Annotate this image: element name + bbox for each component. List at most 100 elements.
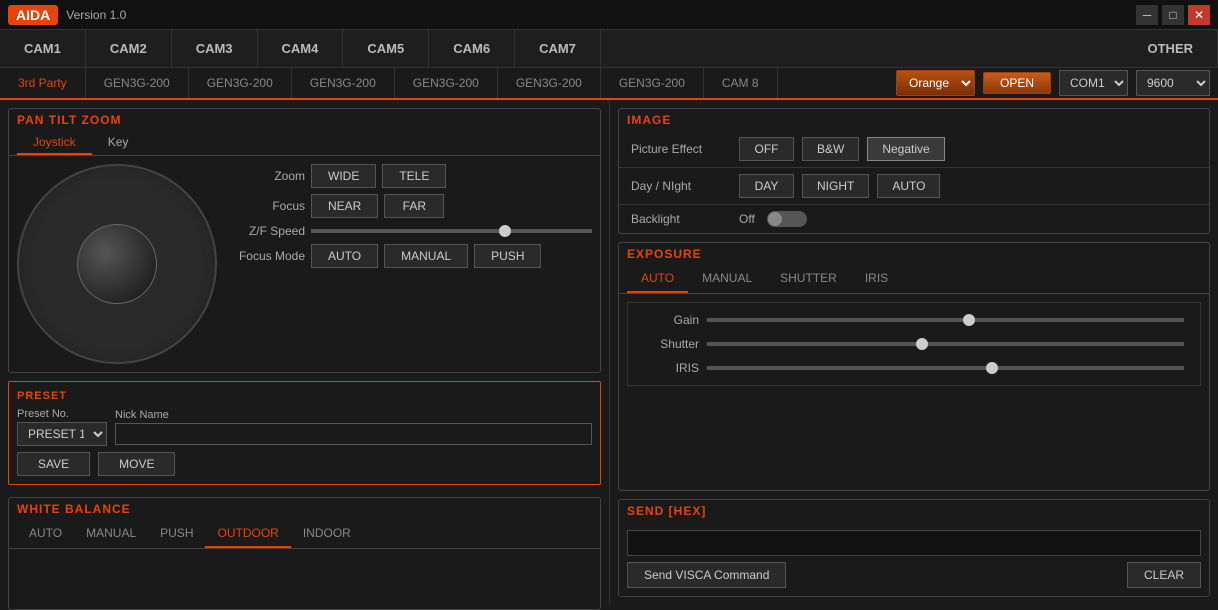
backlight-value: Off [739, 212, 755, 226]
color-select[interactable]: Orange [896, 70, 975, 96]
ptz-tab-key[interactable]: Key [92, 131, 145, 155]
dn-auto-button[interactable]: AUTO [877, 174, 940, 198]
focus-label: Focus [225, 199, 305, 213]
cam-tab-cam4[interactable]: CAM4 [258, 30, 344, 67]
preset-actions: SAVE MOVE [17, 452, 592, 476]
wb-tab-push[interactable]: PUSH [148, 520, 205, 548]
sub-tab-gen6[interactable]: GEN3G-200 [601, 68, 704, 98]
image-section: IMAGE Picture Effect OFF B&W Negative Da… [618, 108, 1210, 234]
shutter-slider[interactable] [707, 342, 1184, 346]
gain-slider[interactable] [707, 318, 1184, 322]
cam-tab-cam6[interactable]: CAM6 [429, 30, 515, 67]
ptz-tab-joystick[interactable]: Joystick [17, 131, 92, 155]
preset-move-button[interactable]: MOVE [98, 452, 175, 476]
window-controls: ─ □ ✕ [1136, 5, 1210, 25]
sub-tab-gen1[interactable]: GEN3G-200 [86, 68, 189, 98]
sub-tab-cam8[interactable]: CAM 8 [704, 68, 778, 98]
night-button[interactable]: NIGHT [802, 174, 869, 198]
send-visca-button[interactable]: Send VISCA Command [627, 562, 786, 588]
exposure-tab-manual[interactable]: MANUAL [688, 265, 766, 293]
ptz-title: PAN TILT ZOOM [9, 109, 600, 131]
exposure-tab-auto[interactable]: AUTO [627, 265, 688, 293]
joystick[interactable] [17, 164, 217, 364]
far-button[interactable]: FAR [384, 194, 444, 218]
sub-tab-gen2[interactable]: GEN3G-200 [189, 68, 292, 98]
ptz-controls: Zoom WIDE TELE Focus NEAR FAR Z/F Speed [225, 164, 592, 364]
focus-auto-button[interactable]: AUTO [311, 244, 378, 268]
exposure-title: EXPOSURE [619, 243, 1209, 265]
wb-tab-manual[interactable]: MANUAL [74, 520, 148, 548]
image-title: IMAGE [619, 109, 1209, 131]
sub-tab-gen5[interactable]: GEN3G-200 [498, 68, 601, 98]
hex-actions: Send VISCA Command CLEAR [627, 562, 1201, 588]
shutter-label: Shutter [644, 337, 699, 351]
cam-tab-cam3[interactable]: CAM3 [172, 30, 258, 67]
maximize-button[interactable]: □ [1162, 5, 1184, 25]
focus-row: Focus NEAR FAR [225, 194, 592, 218]
cam-tab-cam5[interactable]: CAM5 [343, 30, 429, 67]
white-balance-section: WHITE BALANCE AUTO MANUAL PUSH OUTDOOR I… [8, 497, 601, 610]
preset-number-select[interactable]: PRESET 1 PRESET 2 PRESET 3 PRESET 4 PRES… [17, 422, 107, 446]
preset-section: PRESET Preset No. PRESET 1 PRESET 2 PRES… [8, 381, 601, 485]
send-hex-section: SEND [HEX] Send VISCA Command CLEAR [618, 499, 1210, 597]
wb-tab-auto[interactable]: AUTO [17, 520, 74, 548]
focus-push-button[interactable]: PUSH [474, 244, 541, 268]
send-hex-title: SEND [HEX] [619, 500, 1209, 522]
zoom-label: Zoom [225, 169, 305, 183]
ptz-body: Zoom WIDE TELE Focus NEAR FAR Z/F Speed [9, 156, 600, 372]
cam-tab-cam7[interactable]: CAM7 [515, 30, 601, 67]
preset-name-input[interactable] [115, 423, 592, 445]
backlight-toggle[interactable] [767, 211, 807, 227]
iris-slider[interactable] [707, 366, 1184, 370]
preset-save-button[interactable]: SAVE [17, 452, 90, 476]
cam-tab-cam1[interactable]: CAM1 [0, 30, 86, 67]
zf-speed-row: Z/F Speed [225, 224, 592, 238]
cam-tab-other[interactable]: OTHER [1124, 30, 1218, 67]
main-content: PAN TILT ZOOM Joystick Key Zoom WIDE TEL… [0, 100, 1218, 605]
minimize-button[interactable]: ─ [1136, 5, 1158, 25]
wb-tab-outdoor[interactable]: OUTDOOR [205, 520, 290, 548]
shutter-row: Shutter [644, 337, 1184, 351]
hex-body: Send VISCA Command CLEAR [619, 522, 1209, 596]
ptz-section: PAN TILT ZOOM Joystick Key Zoom WIDE TEL… [8, 108, 601, 373]
gain-label: Gain [644, 313, 699, 327]
wb-tabs: AUTO MANUAL PUSH OUTDOOR INDOOR [9, 520, 600, 549]
effect-negative-button[interactable]: Negative [867, 137, 944, 161]
right-panel: IMAGE Picture Effect OFF B&W Negative Da… [610, 100, 1218, 605]
joystick-ball [77, 224, 157, 304]
clear-button[interactable]: CLEAR [1127, 562, 1201, 588]
near-button[interactable]: NEAR [311, 194, 378, 218]
baud-rate-select[interactable]: 9600 38400 115200 [1136, 70, 1210, 96]
exposure-tabs: AUTO MANUAL SHUTTER IRIS [619, 265, 1209, 294]
wide-button[interactable]: WIDE [311, 164, 376, 188]
backlight-label: Backlight [631, 212, 731, 226]
toggle-thumb [768, 212, 782, 226]
zf-speed-label: Z/F Speed [225, 224, 305, 238]
sub-tab-gen4[interactable]: GEN3G-200 [395, 68, 498, 98]
sub-tab-gen3[interactable]: GEN3G-200 [292, 68, 395, 98]
preset-title: PRESET [17, 390, 592, 402]
version-label: Version 1.0 [66, 8, 126, 22]
com-port-select[interactable]: COM1 COM2 COM3 [1059, 70, 1128, 96]
cam-tab-cam2[interactable]: CAM2 [86, 30, 172, 67]
preset-inputs-row: Preset No. PRESET 1 PRESET 2 PRESET 3 PR… [17, 408, 592, 446]
open-button[interactable]: OPEN [983, 72, 1051, 94]
wb-title: WHITE BALANCE [9, 498, 600, 520]
zf-speed-slider-container [311, 229, 592, 233]
wb-tab-indoor[interactable]: INDOOR [291, 520, 363, 548]
zf-speed-slider[interactable] [311, 229, 592, 233]
tele-button[interactable]: TELE [382, 164, 446, 188]
close-button[interactable]: ✕ [1188, 5, 1210, 25]
hex-input[interactable] [627, 530, 1201, 556]
effect-bw-button[interactable]: B&W [802, 137, 859, 161]
day-night-row: Day / NIght DAY NIGHT AUTO [619, 168, 1209, 205]
day-button[interactable]: DAY [739, 174, 794, 198]
iris-row: IRIS [644, 361, 1184, 375]
exposure-tab-shutter[interactable]: SHUTTER [766, 265, 851, 293]
aida-logo: AIDA [8, 5, 58, 25]
effect-off-button[interactable]: OFF [739, 137, 794, 161]
sub-tab-3rdparty[interactable]: 3rd Party [0, 68, 86, 98]
focus-manual-button[interactable]: MANUAL [384, 244, 468, 268]
exposure-tab-iris[interactable]: IRIS [851, 265, 902, 293]
iris-label: IRIS [644, 361, 699, 375]
